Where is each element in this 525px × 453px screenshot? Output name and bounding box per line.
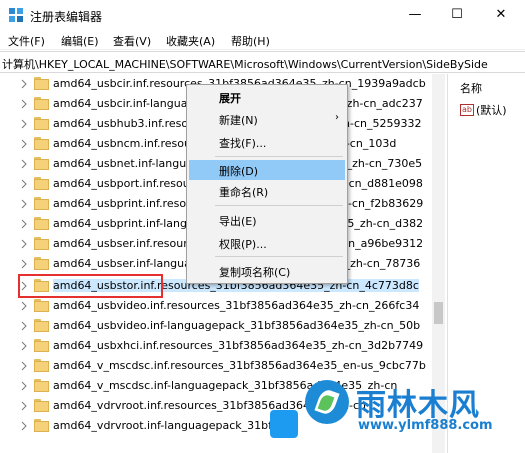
folder-icon xyxy=(34,217,49,230)
address-path: 计算机\HKEY_LOCAL_MACHINE\SOFTWARE\Microsof… xyxy=(2,58,488,71)
menu-item-label: 权限(P)... xyxy=(219,238,267,251)
menu-item-new[interactable]: 新建(N) › xyxy=(189,109,345,129)
menu-item-label: 展开 xyxy=(219,92,241,105)
chevron-right-icon[interactable] xyxy=(20,118,28,130)
chevron-right-icon[interactable] xyxy=(20,400,28,412)
menu-favorites[interactable]: 收藏夹(A) xyxy=(166,33,215,49)
menu-help[interactable]: 帮助(H) xyxy=(231,33,270,49)
chevron-right-icon[interactable] xyxy=(20,340,28,352)
tree-row[interactable]: amd64_usbvideo.inf-languagepack_31bf3856… xyxy=(0,316,445,336)
tree-row-label: amd64_usbvideo.inf.resources_31bf3856ad3… xyxy=(53,299,420,312)
folder-icon xyxy=(34,177,49,190)
menu-view[interactable]: 查看(V) xyxy=(113,33,151,49)
chevron-right-icon[interactable] xyxy=(20,300,28,312)
tree-row[interactable]: amd64_usbxhci.inf.resources_31bf3856ad36… xyxy=(0,336,445,356)
folder-icon xyxy=(34,77,49,90)
tree-row-label: amd64_usbxhci.inf.resources_31bf3856ad36… xyxy=(53,339,424,352)
submenu-arrow-icon: › xyxy=(335,112,339,123)
menu-item-rename[interactable]: 重命名(R) xyxy=(189,181,345,201)
close-button[interactable]: ✕ xyxy=(482,0,520,30)
chevron-right-icon[interactable] xyxy=(20,218,28,230)
highlight-callout xyxy=(18,274,163,298)
folder-icon xyxy=(34,299,49,312)
chevron-right-icon[interactable] xyxy=(20,78,28,90)
chevron-right-icon[interactable] xyxy=(20,238,28,250)
chevron-right-icon[interactable] xyxy=(20,178,28,190)
scrollbar-thumb[interactable] xyxy=(434,302,443,324)
folder-icon xyxy=(34,379,49,392)
chevron-right-icon[interactable] xyxy=(20,198,28,210)
context-menu: 展开 新建(N) › 查找(F)... 删除(D) 重命名(R) 导出(E) 权… xyxy=(186,84,348,284)
tree-row-label: amd64_vdrvroot.inf-languagepack_31bf xyxy=(53,419,272,432)
folder-icon xyxy=(34,117,49,130)
folder-icon xyxy=(34,97,49,110)
chevron-right-icon[interactable] xyxy=(20,158,28,170)
folder-icon xyxy=(34,137,49,150)
menu-item-label: 重命名(R) xyxy=(219,186,269,199)
menu-item-delete[interactable]: 删除(D) xyxy=(189,160,345,180)
folder-icon xyxy=(34,197,49,210)
tree-row-label: amd64_usbvideo.inf-languagepack_31bf3856… xyxy=(53,319,421,332)
chevron-right-icon[interactable] xyxy=(20,258,28,270)
regedit-icon xyxy=(9,8,23,22)
menu-item-expand[interactable]: 展开 xyxy=(189,87,345,107)
folder-icon xyxy=(34,319,49,332)
maximize-button[interactable]: ☐ xyxy=(438,0,476,30)
chevron-right-icon[interactable] xyxy=(20,98,28,110)
menu-item-label: 复制项名称(C) xyxy=(219,266,291,279)
bird-logo xyxy=(270,410,298,438)
address-bar[interactable]: 计算机\HKEY_LOCAL_MACHINE\SOFTWARE\Microsof… xyxy=(0,51,525,73)
menu-item-label: 导出(E) xyxy=(219,215,257,228)
menu-item-label: 删除(D) xyxy=(219,165,259,178)
chevron-right-icon[interactable] xyxy=(20,138,28,150)
menu-item-find[interactable]: 查找(F)... xyxy=(189,132,345,152)
menu-bar: 文件(F) 编辑(E) 查看(V) 收藏夹(A) 帮助(H) xyxy=(0,30,525,50)
string-value-icon: ab xyxy=(460,104,474,116)
tree-row[interactable]: amd64_v_mscdsc.inf.resources_31bf3856ad3… xyxy=(0,356,445,376)
menu-edit[interactable]: 编辑(E) xyxy=(61,33,99,49)
menu-item-copy-key-name[interactable]: 复制项名称(C) xyxy=(189,261,345,281)
folder-icon xyxy=(34,237,49,250)
menu-separator xyxy=(215,205,343,206)
menu-file[interactable]: 文件(F) xyxy=(8,33,45,49)
chevron-right-icon[interactable] xyxy=(20,320,28,332)
value-name: (默认) xyxy=(476,104,507,117)
folder-icon xyxy=(34,257,49,270)
title-bar: 注册表编辑器 — ☐ ✕ xyxy=(0,0,525,30)
folder-icon xyxy=(34,419,49,432)
menu-item-label: 新建(N) xyxy=(219,114,258,127)
column-header-name[interactable]: 名称 xyxy=(460,80,482,96)
menu-item-permissions[interactable]: 权限(P)... xyxy=(189,233,345,253)
window-title: 注册表编辑器 xyxy=(30,10,103,24)
folder-icon xyxy=(34,157,49,170)
menu-separator xyxy=(215,256,343,257)
menu-item-label: 查找(F)... xyxy=(219,137,267,150)
menu-item-export[interactable]: 导出(E) xyxy=(189,210,345,230)
chevron-right-icon[interactable] xyxy=(20,360,28,372)
chevron-right-icon[interactable] xyxy=(20,380,28,392)
watermark-url: www.ylmf888.com xyxy=(358,418,493,433)
minimize-button[interactable]: — xyxy=(396,0,434,30)
menu-separator xyxy=(215,156,343,157)
folder-icon xyxy=(34,359,49,372)
chevron-right-icon[interactable] xyxy=(20,420,28,432)
folder-icon xyxy=(34,399,49,412)
tree-row-label: amd64_v_mscdsc.inf.resources_31bf3856ad3… xyxy=(53,359,426,372)
value-row[interactable]: ab (默认) xyxy=(460,102,507,120)
folder-icon xyxy=(34,339,49,352)
tree-row[interactable]: amd64_usbvideo.inf.resources_31bf3856ad3… xyxy=(0,296,445,316)
